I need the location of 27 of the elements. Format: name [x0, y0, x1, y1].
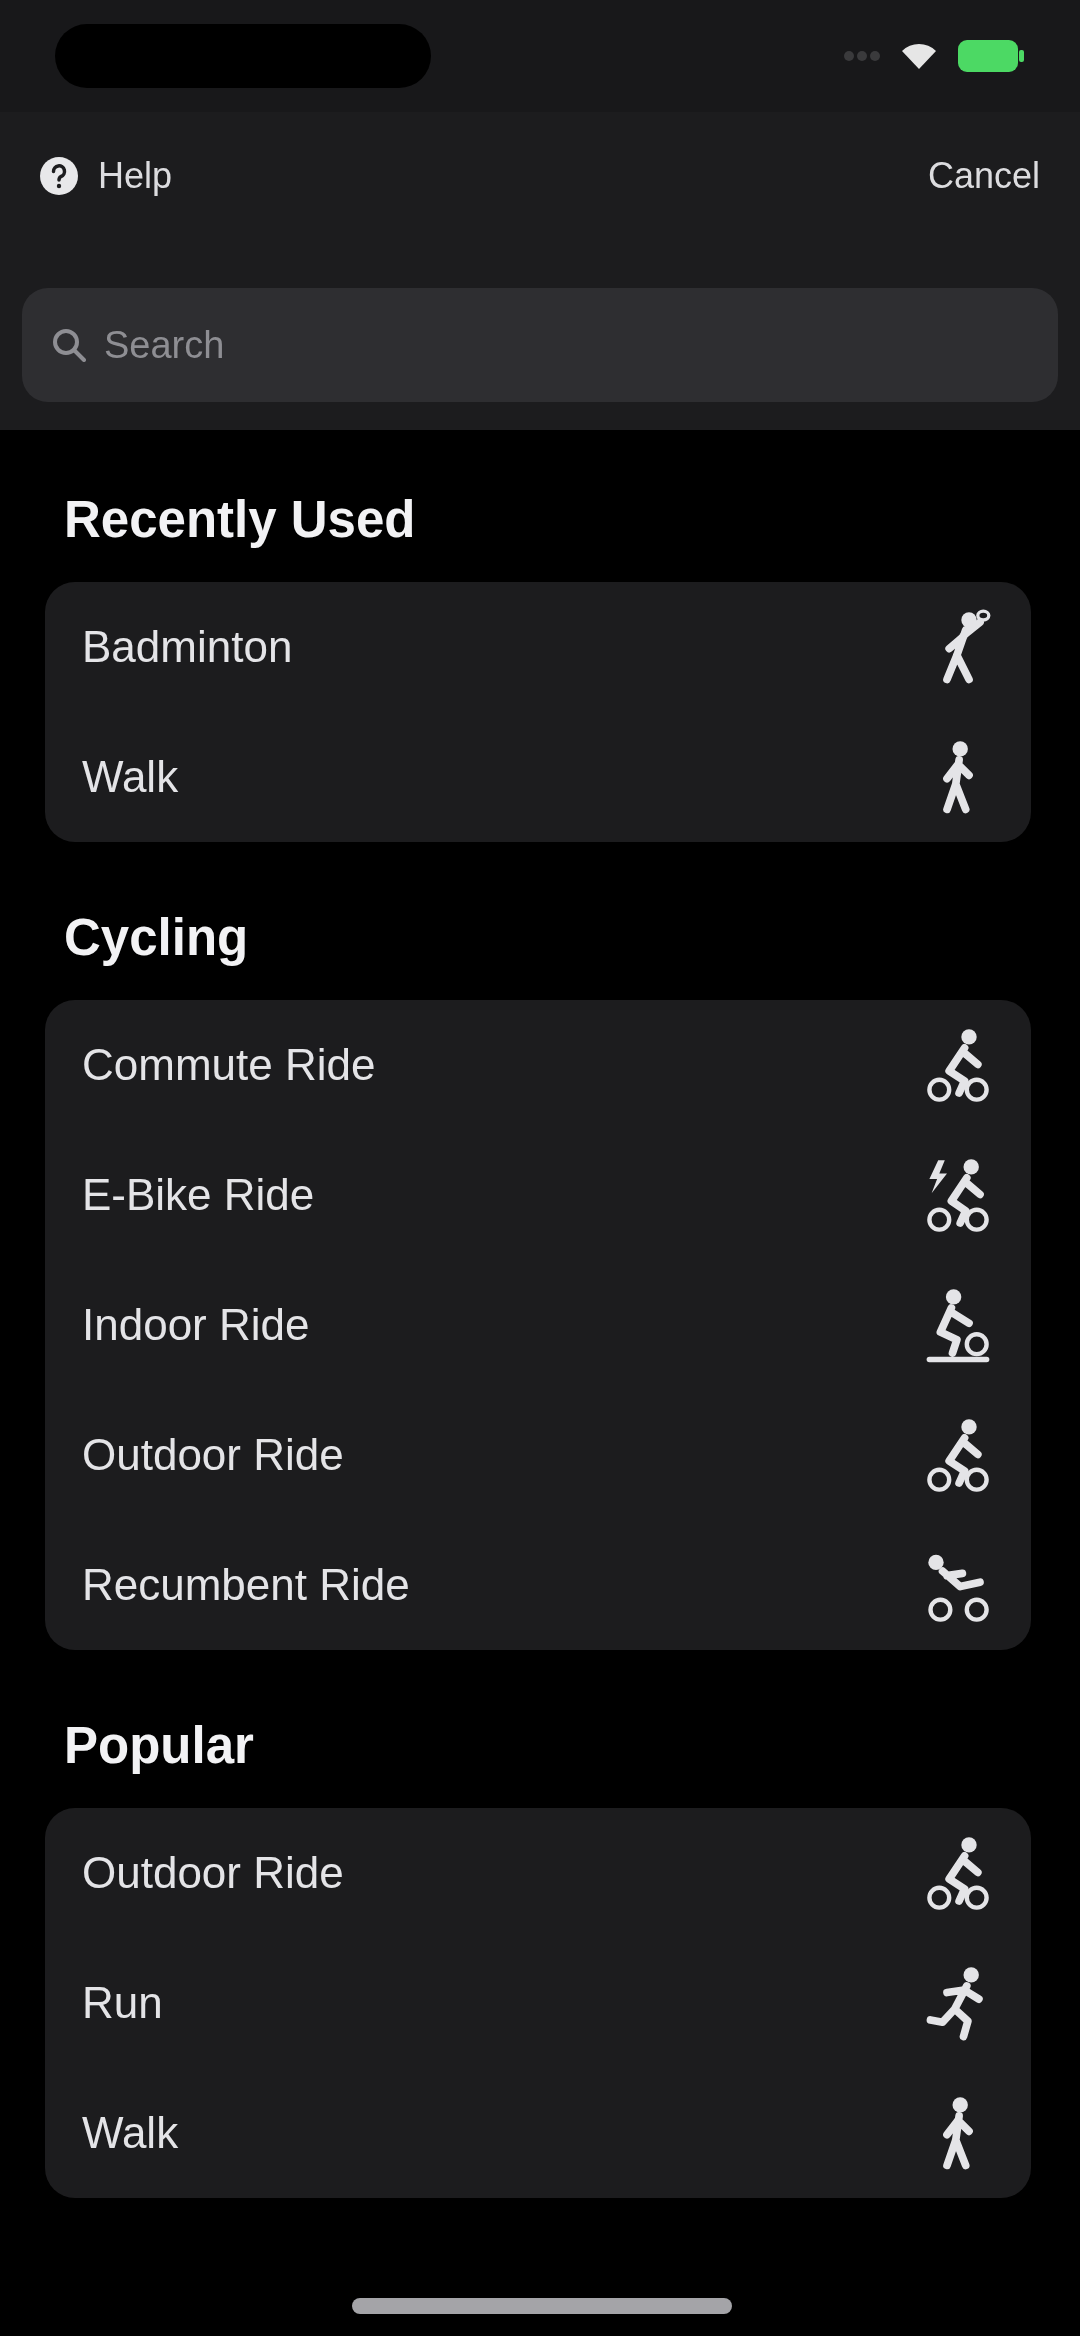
- activity-option[interactable]: Recumbent Ride: [45, 1520, 1031, 1650]
- activity-option[interactable]: Indoor Ride: [45, 1260, 1031, 1390]
- activity-option[interactable]: Walk: [45, 712, 1031, 842]
- wifi-icon: [902, 43, 936, 69]
- activity-option[interactable]: Outdoor Ride: [45, 1808, 1031, 1938]
- section-heading: Popular: [64, 1716, 254, 1776]
- stationary-bike-icon: [925, 1286, 991, 1364]
- activity-option[interactable]: Walk: [45, 2068, 1031, 2198]
- cyclist-icon: [925, 1026, 991, 1104]
- e-bike-cyclist-icon: [925, 1156, 991, 1234]
- help-button[interactable]: Help: [40, 149, 173, 203]
- activity-option[interactable]: Commute Ride: [45, 1000, 1031, 1130]
- search-field[interactable]: Search: [22, 288, 1058, 402]
- section-heading: Recently Used: [64, 490, 416, 550]
- help-icon: [40, 157, 78, 195]
- cyclist-icon: [925, 1416, 991, 1494]
- cyclist-icon: [925, 1834, 991, 1912]
- battery-icon: [958, 40, 1024, 72]
- cellular-signal-icon: [844, 50, 880, 62]
- cancel-button[interactable]: Cancel: [927, 149, 1040, 203]
- activity-option[interactable]: Badminton: [45, 582, 1031, 712]
- activity-option[interactable]: Outdoor Ride: [45, 1390, 1031, 1520]
- activity-option[interactable]: Run: [45, 1938, 1031, 2068]
- activity-option[interactable]: E-Bike Ride: [45, 1130, 1031, 1260]
- home-indicator[interactable]: [352, 2298, 732, 2314]
- search-icon: [52, 328, 86, 362]
- section-heading: Cycling: [64, 908, 249, 968]
